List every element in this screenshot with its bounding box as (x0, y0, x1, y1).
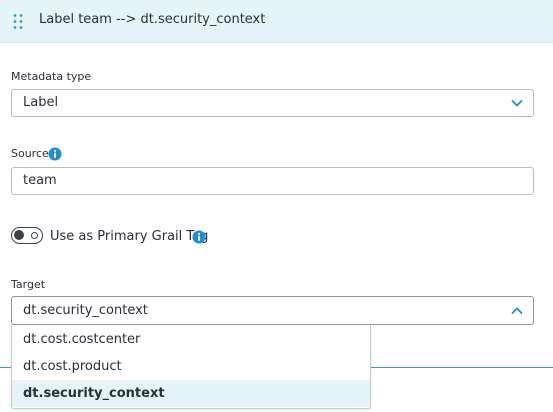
target-option-costcenter[interactable]: dt.cost.costcenter (12, 326, 370, 353)
chevron-up-icon (511, 307, 523, 314)
primary-grail-tag-label: Use as Primary Grail Tag (50, 229, 209, 244)
drag-handle-icon[interactable] (12, 13, 24, 30)
chevron-down-icon (511, 100, 523, 107)
target-option-security-context[interactable]: dt.security_context (12, 380, 370, 407)
section-divider (371, 367, 553, 368)
source-info-icon[interactable] (48, 147, 62, 161)
metadata-type-label: Metadata type (11, 70, 92, 83)
toggle-knob (14, 230, 24, 240)
target-select[interactable]: dt.security_context (11, 296, 534, 325)
primary-tag-info-icon[interactable] (192, 230, 206, 244)
toggle-off-icon (31, 232, 38, 239)
source-label: Source (11, 147, 49, 160)
target-dropdown-list: dt.cost.costcenter dt.cost.product dt.se… (11, 325, 371, 409)
target-option-product[interactable]: dt.cost.product (12, 353, 370, 380)
target-label: Target (11, 278, 46, 291)
primary-grail-tag-toggle[interactable] (11, 227, 43, 244)
target-value: dt.security_context (23, 303, 148, 318)
source-value: team (23, 173, 57, 188)
section-divider (0, 367, 11, 368)
source-input[interactable]: team (11, 167, 534, 195)
metadata-type-value: Label (23, 95, 59, 110)
rule-header: Label team --> dt.security_context (0, 0, 553, 43)
metadata-type-select[interactable]: Label (11, 89, 534, 117)
rule-title: Label team --> dt.security_context (39, 12, 266, 27)
